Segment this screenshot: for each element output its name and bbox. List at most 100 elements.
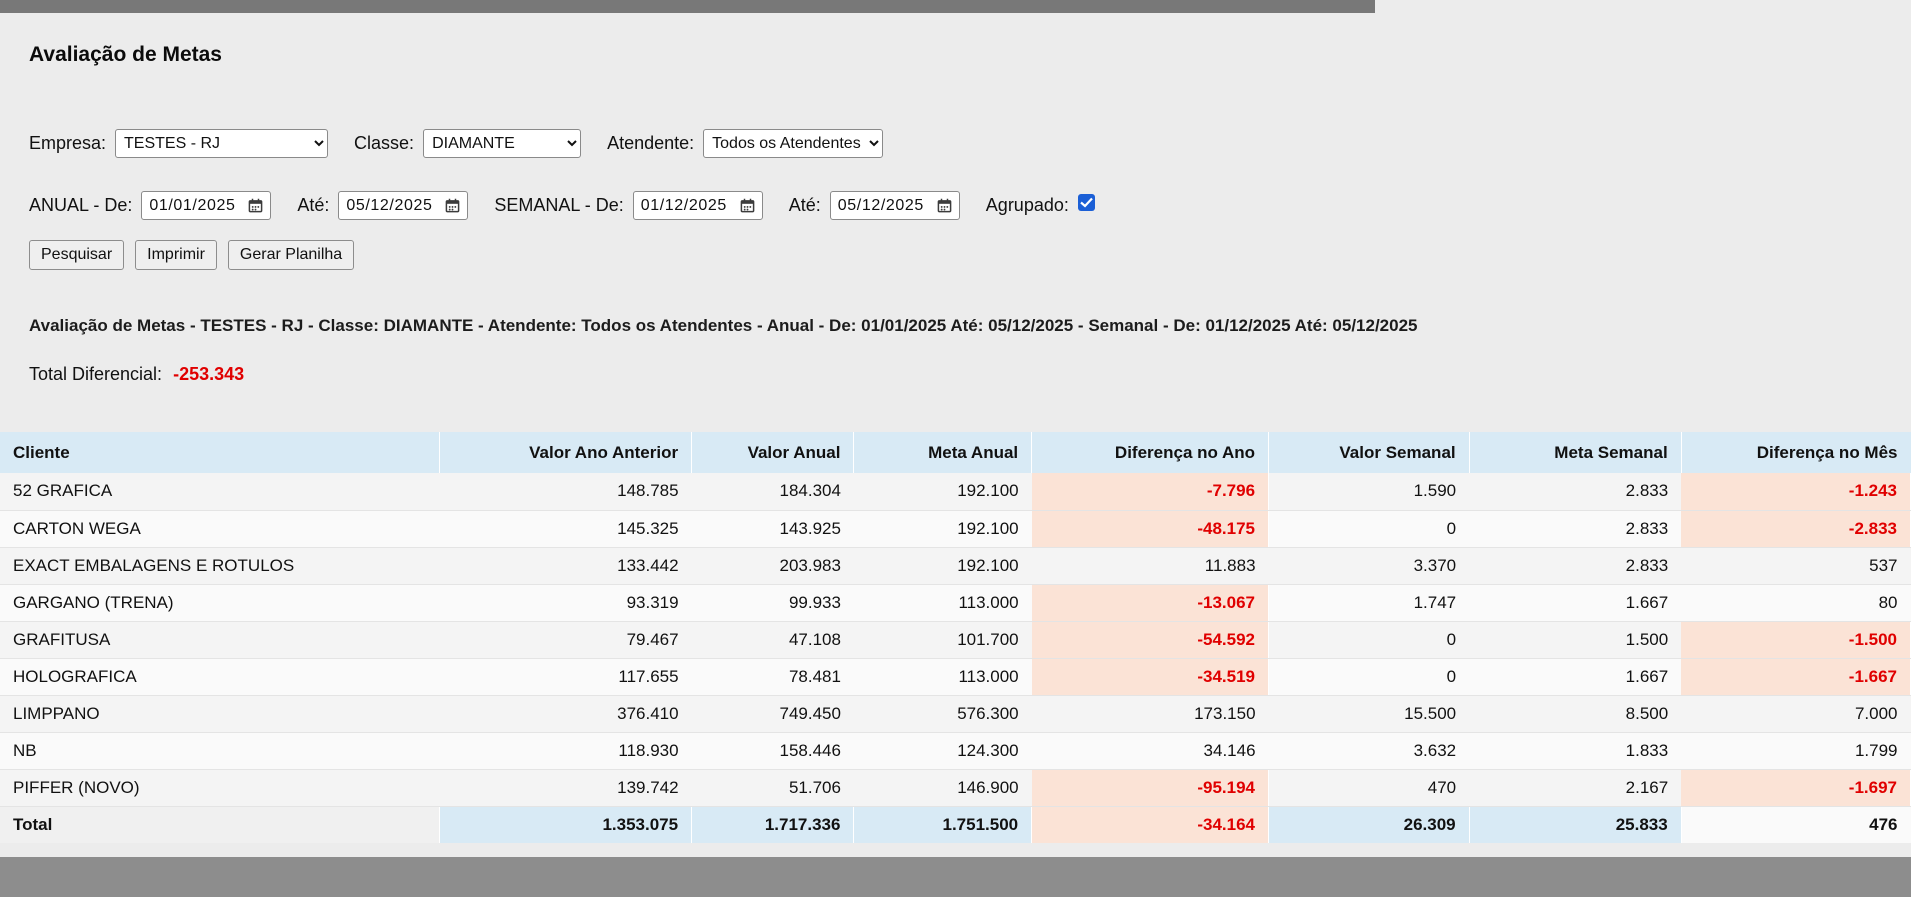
table-row: HOLOGRAFICA 117.655 78.481 113.000 -34.519 0 1… — [0, 658, 1911, 696]
main-content: Avaliação de Metas Empresa: TESTES - RJ … — [0, 43, 1911, 385]
filter-row-selects: Empresa: TESTES - RJ Classe: DIAMANTE At… — [29, 129, 1882, 158]
value-cell: 376.410 — [439, 695, 692, 733]
value-cell: 99.933 — [691, 584, 854, 622]
value-cell: 7.000 — [1681, 695, 1911, 733]
anual-de-value: 01/01/2025 — [149, 196, 236, 214]
value-cell: 148.785 — [439, 473, 692, 511]
column-header: Diferença no Mês — [1681, 432, 1911, 473]
value-cell: 34.146 — [1031, 732, 1269, 770]
atendente-select[interactable]: Todos os Atendentes — [703, 129, 884, 158]
table-header-row: Cliente Valor Ano Anterior Valor Anual Meta… — [0, 432, 1911, 473]
value-cell: 1.799 — [1681, 732, 1911, 770]
anual-ate-input[interactable]: 05/12/2025 — [338, 191, 469, 220]
total-diferencial-label: Total Diferencial: — [29, 364, 163, 384]
agrupado-group: Agrupado: — [985, 194, 1095, 216]
column-header: Valor Ano Anterior — [439, 432, 693, 473]
value-cell: 113.000 — [853, 584, 1032, 622]
value-cell: 470 — [1268, 769, 1470, 807]
classe-select[interactable]: DIAMANTE — [423, 129, 582, 158]
calendar-icon[interactable] — [445, 198, 460, 213]
value-cell: 15.500 — [1268, 695, 1470, 733]
total-diferencial-value: -253.343 — [173, 364, 245, 384]
value-cell: -48.175 — [1031, 510, 1270, 548]
column-header: Valor Anual — [691, 432, 855, 473]
calendar-icon[interactable] — [740, 198, 755, 213]
value-cell: -7.796 — [1031, 473, 1270, 511]
value-cell: 139.742 — [439, 769, 692, 807]
semanal-ate-label: Até: — [788, 195, 821, 215]
table-row: GARGANO (TRENA) 93.319 99.933 113.000 -13.06… — [0, 584, 1911, 622]
client-cell: 52 GRAFICA — [0, 473, 440, 511]
value-cell: -13.067 — [1031, 584, 1270, 622]
client-cell: EXACT EMBALAGENS E ROTULOS — [0, 547, 440, 585]
anual-ate-group: Até: 05/12/2025 — [297, 191, 469, 220]
semanal-ate-input[interactable]: 05/12/2025 — [829, 191, 960, 220]
value-cell: 93.319 — [439, 584, 692, 622]
anual-de-group: ANUAL - De: 01/01/2025 — [29, 191, 272, 220]
client-cell: GARGANO (TRENA) — [0, 584, 440, 622]
value-cell: -95.194 — [1031, 769, 1270, 807]
value-cell: -1.500 — [1681, 621, 1911, 659]
client-cell: CARTON WEGA — [0, 510, 440, 548]
value-cell: 173.150 — [1031, 695, 1269, 733]
agrupado-checkbox[interactable] — [1077, 194, 1095, 211]
client-cell: LIMPPANO — [0, 695, 440, 733]
value-cell: 158.446 — [691, 732, 854, 770]
value-cell: -1.667 — [1681, 658, 1911, 696]
value-cell: 192.100 — [853, 473, 1032, 511]
semanal-de-input[interactable]: 01/12/2025 — [632, 191, 763, 220]
value-cell: -1.243 — [1681, 473, 1911, 511]
value-cell: 576.300 — [853, 695, 1032, 733]
column-header: Diferença no Ano — [1031, 432, 1270, 473]
bottom-bar — [0, 857, 1911, 897]
calendar-icon[interactable] — [248, 198, 263, 213]
value-cell: 113.000 — [853, 658, 1032, 696]
value-cell: 1.667 — [1469, 584, 1682, 622]
value-cell: -1.697 — [1681, 769, 1911, 807]
semanal-de-label: SEMANAL - De: — [494, 195, 624, 215]
value-cell: 118.930 — [439, 732, 692, 770]
total-value-cell: 1.751.500 — [853, 806, 1033, 843]
value-cell: 192.100 — [853, 510, 1032, 548]
value-cell: 145.325 — [439, 510, 692, 548]
anual-de-input[interactable]: 01/01/2025 — [141, 191, 272, 220]
value-cell: 143.925 — [691, 510, 854, 548]
value-cell: 8.500 — [1469, 695, 1682, 733]
value-cell: 749.450 — [691, 695, 854, 733]
total-value-cell: -34.164 — [1031, 806, 1270, 843]
total-value-cell: 476 — [1869, 814, 1898, 834]
report-summary: Avaliação de Metas - TESTES - RJ - Class… — [29, 316, 1418, 335]
value-cell: 117.655 — [439, 658, 692, 696]
value-cell: -34.519 — [1031, 658, 1270, 696]
value-cell: 2.833 — [1469, 473, 1682, 511]
agrupado-label: Agrupado: — [985, 195, 1069, 215]
total-row: Total 1.353.075 1.717.336 1.751.500 -34.164 2… — [0, 806, 1911, 843]
value-cell: 0 — [1268, 621, 1470, 659]
value-cell: 3.632 — [1268, 732, 1470, 770]
value-cell: 124.300 — [853, 732, 1032, 770]
value-cell: 146.900 — [853, 769, 1032, 807]
gerar-planilha-button[interactable]: Gerar Planilha — [227, 240, 355, 270]
total-value-cell: 1.717.336 — [691, 806, 855, 843]
client-cell: NB — [0, 732, 440, 770]
value-cell: 1.833 — [1469, 732, 1682, 770]
table-row: EXACT EMBALAGENS E ROTULOS 133.442 203.983… — [0, 547, 1911, 585]
empresa-select[interactable]: TESTES - RJ — [115, 129, 329, 158]
atendente-group: Atendente: Todos os Atendentes — [607, 129, 884, 158]
value-cell: 78.481 — [691, 658, 854, 696]
value-cell: 1.667 — [1469, 658, 1682, 696]
imprimir-button[interactable]: Imprimir — [135, 240, 217, 270]
column-header: Valor Semanal — [1268, 432, 1470, 473]
metas-table: Cliente Valor Ano Anterior Valor Anual Meta… — [0, 432, 1911, 843]
filter-row-dates: ANUAL - De: 01/01/2025 Até: 05/12/2025 S… — [29, 191, 1882, 220]
atendente-label: Atendente: — [607, 133, 695, 153]
table-row: LIMPPANO 376.410 749.450 576.300 173.150 15.5… — [0, 695, 1911, 733]
actions-row: Pesquisar Imprimir Gerar Planilha — [29, 240, 1882, 270]
calendar-icon[interactable] — [937, 198, 952, 213]
client-cell: GRAFITUSA — [0, 621, 440, 659]
semanal-de-value: 01/12/2025 — [640, 196, 727, 214]
classe-label: Classe: — [354, 133, 415, 153]
pesquisar-button[interactable]: Pesquisar — [29, 240, 125, 270]
total-diferencial: Total Diferencial: -253.343 — [29, 364, 1882, 385]
table-row: CARTON WEGA 145.325 143.925 192.100 -48.175 0… — [0, 510, 1911, 548]
